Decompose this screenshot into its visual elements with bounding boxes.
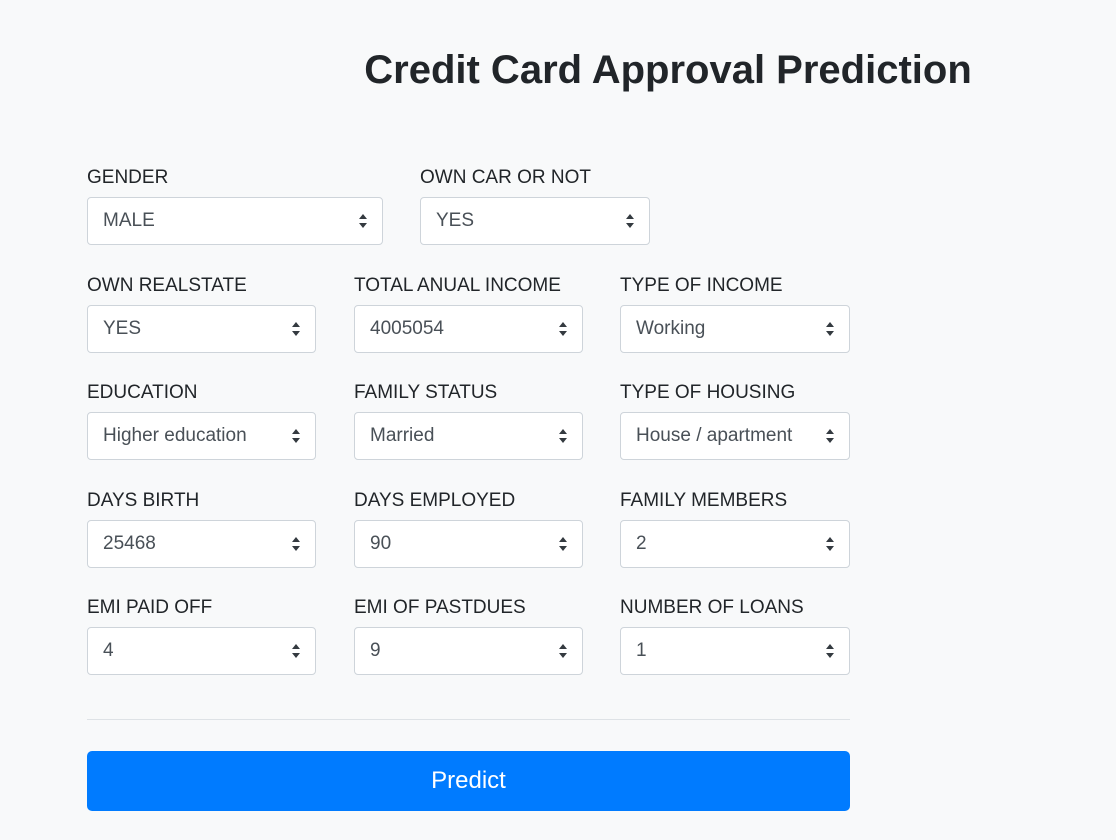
family-status-select-value: Married bbox=[370, 425, 435, 446]
sort-caret-icon bbox=[559, 322, 567, 336]
days-birth-label: DAYS BIRTH bbox=[87, 490, 200, 511]
family-members-select-value: 2 bbox=[636, 533, 647, 554]
number-of-loans-label: NUMBER OF LOANS bbox=[620, 597, 804, 618]
sort-caret-icon bbox=[292, 644, 300, 658]
sort-caret-icon bbox=[826, 537, 834, 551]
gender-field: GENDER MALE bbox=[87, 166, 383, 250]
education-select-value: Higher education bbox=[103, 425, 247, 446]
sort-caret-icon bbox=[626, 214, 634, 228]
own-car-select[interactable]: YES bbox=[420, 197, 650, 245]
predict-button[interactable]: Predict bbox=[87, 751, 850, 811]
sort-caret-icon bbox=[292, 322, 300, 336]
education-select[interactable]: Higher education bbox=[87, 412, 316, 460]
sort-caret-icon bbox=[826, 644, 834, 658]
page: Credit Card Approval Prediction GENDER M… bbox=[0, 0, 1116, 840]
sort-caret-icon bbox=[359, 214, 367, 228]
sort-caret-icon bbox=[292, 429, 300, 443]
page-title: Credit Card Approval Prediction bbox=[364, 48, 972, 92]
housing-type-select-value: House / apartment bbox=[636, 425, 793, 446]
total-income-select[interactable]: 4005054 bbox=[354, 305, 583, 353]
gender-select-value: MALE bbox=[103, 210, 155, 231]
number-of-loans-select-value: 1 bbox=[636, 640, 647, 661]
own-realstate-label: OWN REALSTATE bbox=[87, 275, 247, 296]
own-realstate-select[interactable]: YES bbox=[87, 305, 316, 353]
sort-caret-icon bbox=[559, 429, 567, 443]
family-members-label: FAMILY MEMBERS bbox=[620, 490, 788, 511]
total-income-field: TOTAL ANUAL INCOME 4005054 bbox=[354, 274, 583, 358]
housing-type-field: TYPE OF HOUSING House / apartment bbox=[620, 381, 850, 465]
sort-caret-icon bbox=[559, 537, 567, 551]
sort-caret-icon bbox=[826, 322, 834, 336]
total-income-select-value: 4005054 bbox=[370, 318, 444, 339]
emi-pastdues-field: EMI OF PASTDUES 9 bbox=[354, 596, 583, 680]
sort-caret-icon bbox=[292, 537, 300, 551]
family-members-select[interactable]: 2 bbox=[620, 520, 850, 568]
days-birth-select[interactable]: 25468 bbox=[87, 520, 316, 568]
emi-paid-off-field: EMI PAID OFF 4 bbox=[87, 596, 316, 680]
emi-paid-off-label: EMI PAID OFF bbox=[87, 597, 213, 618]
emi-paid-off-select-value: 4 bbox=[103, 640, 114, 661]
own-realstate-select-value: YES bbox=[103, 318, 142, 339]
sort-caret-icon bbox=[559, 644, 567, 658]
days-birth-select-value: 25468 bbox=[103, 533, 156, 554]
emi-paid-off-select[interactable]: 4 bbox=[87, 627, 316, 675]
emi-pastdues-select[interactable]: 9 bbox=[354, 627, 583, 675]
gender-select[interactable]: MALE bbox=[87, 197, 383, 245]
sort-caret-icon bbox=[826, 429, 834, 443]
family-members-field: FAMILY MEMBERS 2 bbox=[620, 489, 850, 573]
family-status-select[interactable]: Married bbox=[354, 412, 583, 460]
own-car-field: OWN CAR OR NOT YES bbox=[420, 166, 650, 250]
income-type-label: TYPE OF INCOME bbox=[620, 275, 783, 296]
emi-pastdues-select-value: 9 bbox=[370, 640, 381, 661]
education-label: EDUCATION bbox=[87, 382, 198, 403]
days-employed-label: DAYS EMPLOYED bbox=[354, 490, 516, 511]
own-realstate-field: OWN REALSTATE YES bbox=[87, 274, 316, 358]
form-divider bbox=[87, 719, 850, 720]
days-birth-field: DAYS BIRTH 25468 bbox=[87, 489, 316, 573]
gender-label: GENDER bbox=[87, 167, 169, 188]
housing-type-select[interactable]: House / apartment bbox=[620, 412, 850, 460]
own-car-label: OWN CAR OR NOT bbox=[420, 167, 591, 188]
family-status-label: FAMILY STATUS bbox=[354, 382, 498, 403]
education-field: EDUCATION Higher education bbox=[87, 381, 316, 465]
days-employed-select[interactable]: 90 bbox=[354, 520, 583, 568]
own-car-select-value: YES bbox=[436, 210, 475, 231]
income-type-select-value: Working bbox=[636, 318, 706, 339]
number-of-loans-select[interactable]: 1 bbox=[620, 627, 850, 675]
days-employed-field: DAYS EMPLOYED 90 bbox=[354, 489, 583, 573]
income-type-select[interactable]: Working bbox=[620, 305, 850, 353]
days-employed-select-value: 90 bbox=[370, 533, 392, 554]
family-status-field: FAMILY STATUS Married bbox=[354, 381, 583, 465]
emi-pastdues-label: EMI OF PASTDUES bbox=[354, 597, 526, 618]
title-container: Credit Card Approval Prediction bbox=[0, 0, 1116, 120]
number-of-loans-field: NUMBER OF LOANS 1 bbox=[620, 596, 850, 680]
housing-type-label: TYPE OF HOUSING bbox=[620, 382, 796, 403]
income-type-field: TYPE OF INCOME Working bbox=[620, 274, 850, 358]
total-income-label: TOTAL ANUAL INCOME bbox=[354, 275, 561, 296]
